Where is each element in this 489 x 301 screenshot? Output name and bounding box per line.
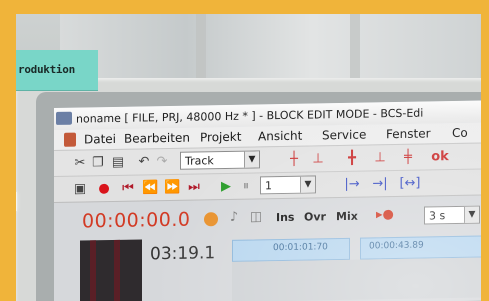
redo-icon[interactable]: ↷ [154,154,170,170]
chevron-down-icon[interactable]: ▼ [300,176,315,193]
chevron-down-icon[interactable]: ▼ [244,151,259,168]
app-icon [56,111,72,125]
mark-in-icon[interactable]: |→ [344,177,360,193]
range-icon[interactable]: [↔] [398,176,422,192]
waveform-area [232,257,489,301]
ok-button[interactable]: ok [428,149,452,165]
skip-end-icon[interactable]: ⏭ [186,179,202,195]
duration-display: 03:19.1 [150,243,216,265]
menu-fenster[interactable]: Fenster [386,126,431,141]
forward-icon[interactable]: ⏩ [164,180,180,196]
chevron-down-icon[interactable]: ▼ [464,206,479,223]
mark-out-icon[interactable]: →| [372,176,388,192]
menu-service[interactable]: Service [322,128,366,143]
pause-icon[interactable]: ⏸ [238,179,254,195]
label-tape-text: roduktion [18,63,75,76]
track-combo-value: Track [185,154,214,168]
mode-mix-button[interactable]: Mix [336,210,358,223]
window-title: noname [ FILE, PRJ, 48000 Hz * ] - BLOCK… [76,106,424,126]
note-icon[interactable]: ♪ [226,210,242,226]
duration-combo-value: 3 s [429,209,446,223]
record-indicator-icon[interactable] [204,212,218,227]
play-marker-icon[interactable]: ▸● [376,207,394,223]
position-value: 00:01:01:70 [273,242,328,254]
undo-icon[interactable]: ↶ [136,154,152,170]
marker-icon[interactable]: ⊥ [372,150,388,166]
menu-projekt[interactable]: Projekt [200,130,241,145]
time-counter: 00:00:00.0 [82,208,191,233]
cut-icon[interactable]: ✂ [72,155,88,171]
position-field: 00:01:01:70 [232,237,350,262]
frame-border [0,0,489,14]
frame-border [0,0,16,301]
level-meter [80,239,142,301]
speaker-icon[interactable]: ◫ [248,209,264,225]
mode-ins-button[interactable]: Ins [276,211,294,224]
transport-panel: 00:00:00.0 ♪ ◫ Ins Ovr Mix ▸● 3 s ▼ 03:1… [54,194,489,301]
marker-icon[interactable]: ⊥ [310,151,326,167]
play-icon[interactable]: ▶ [218,179,234,195]
menu-datei[interactable]: Datei [84,132,116,147]
background-pole [350,14,360,84]
position-value: 00:00:43.89 [369,240,424,252]
menu-bearbeiten[interactable]: Bearbeiten [124,131,190,146]
frame-border [481,0,489,301]
number-combo[interactable]: 1 ▼ [260,175,316,195]
rewind-icon[interactable]: ⏪ [142,180,158,196]
mode-ovr-button[interactable]: Ovr [304,210,326,223]
photo: roduktion noname [ FILE, PRJ, 48000 Hz *… [0,0,489,301]
paste-icon[interactable]: ▤ [110,155,126,171]
document-icon[interactable] [64,132,76,147]
monitor-icon[interactable]: ▣ [72,181,88,197]
record-icon[interactable]: ● [96,181,112,197]
position-field: 00:00:43.89 [360,235,489,260]
skip-start-icon[interactable]: ⏮ [120,181,136,197]
number-combo-value: 1 [265,179,272,193]
marker-icon[interactable]: ╋ [344,151,360,167]
menu-ansicht[interactable]: Ansicht [258,129,302,144]
background-pole [196,14,206,84]
marker-icon[interactable]: ┼ [286,152,302,168]
marker-icon[interactable]: ╪ [400,150,416,166]
label-tape: roduktion [16,50,98,91]
menu-co[interactable]: Co [452,126,468,140]
copy-icon[interactable]: ❐ [90,155,106,171]
duration-combo[interactable]: 3 s ▼ [424,205,480,225]
track-combo[interactable]: Track ▼ [180,150,260,170]
monitor-screen: noname [ FILE, PRJ, 48000 Hz * ] - BLOCK… [54,100,489,301]
